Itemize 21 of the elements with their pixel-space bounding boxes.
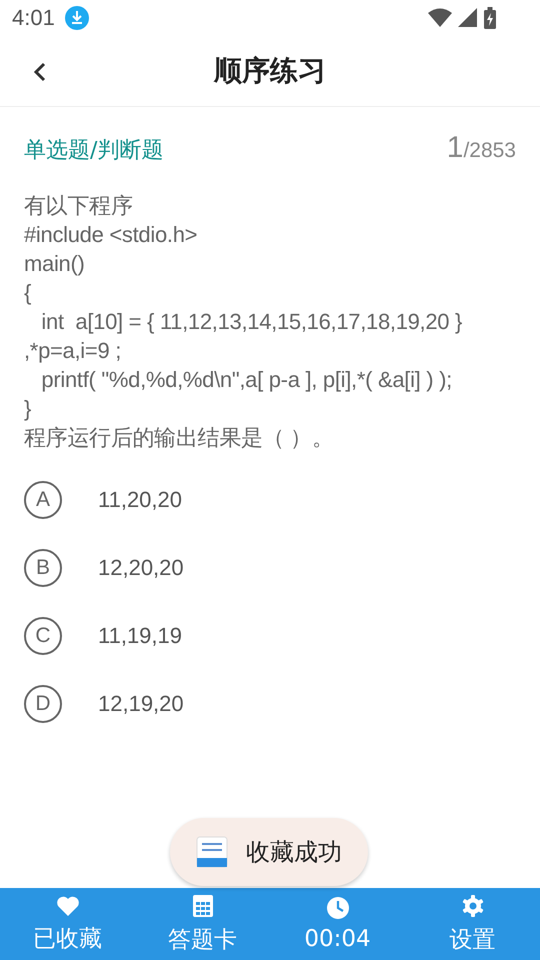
answer-option[interactable]: C 11,19,19 (24, 614, 516, 658)
app-icon (196, 836, 228, 868)
page-title: 顺序练习 (214, 53, 326, 89)
question-type: 单选题/判断题 (24, 137, 164, 165)
toast-message: 收藏成功 (246, 837, 342, 868)
signal-icon (458, 8, 478, 28)
wifi-icon (428, 8, 452, 28)
status-time: 4:01 (12, 5, 55, 31)
heart-icon (56, 894, 80, 916)
grid-icon (192, 894, 214, 918)
clock-icon (326, 896, 350, 920)
answer-option[interactable]: D 12,19,20 (24, 682, 516, 726)
question-total: /2853 (463, 139, 516, 163)
battery-icon (484, 7, 496, 29)
question-number: 1 (446, 131, 464, 165)
settings-icon (460, 894, 484, 918)
answer-option[interactable]: A 11,20,20 (24, 478, 516, 522)
download-icon (64, 6, 89, 30)
answer-option[interactable]: B 12,20,20 (24, 546, 516, 590)
question-text: 有以下程序 #include <stdio.h> main() { int a[10] = { 11,12,13,14,15,16,17,18,19,20 } ,*p=a,i=9 ; printf( "%d,%d,%d\n",a[ p-a ], p[i],*( &a[i] ) ); } 程序运行后的输出结果是（ ）。 (24, 192, 464, 452)
back-icon (33, 61, 47, 83)
